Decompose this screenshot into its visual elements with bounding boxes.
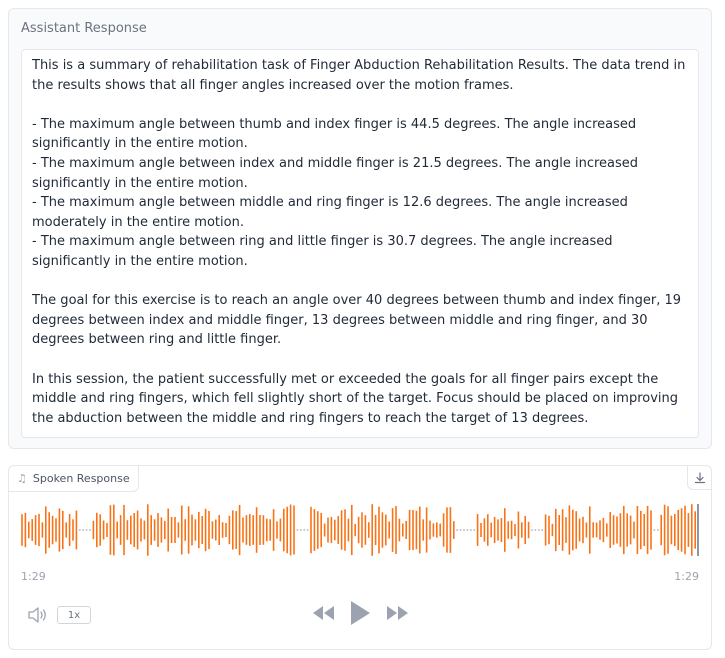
rewind-icon[interactable]	[311, 602, 335, 624]
response-paragraph: In this session, the patient successfull…	[32, 371, 679, 426]
audio-player: ♫ Spoken Response 1:29 1:29 1x	[8, 465, 712, 650]
response-paragraph: - The maximum angle between index and mi…	[32, 155, 639, 191]
assistant-response-panel: Assistant Response This is a summary of …	[8, 8, 712, 449]
download-button[interactable]	[687, 466, 711, 490]
response-paragraph: This is a summary of rehabilitation task…	[32, 58, 686, 93]
audio-label-text: Spoken Response	[32, 472, 130, 485]
response-paragraph: The goal for this exercise is to reach a…	[32, 293, 681, 348]
duration: 1:29	[674, 570, 699, 583]
play-icon[interactable]	[348, 599, 372, 627]
response-paragraph: - The maximum angle between middle and r…	[32, 195, 628, 230]
audio-label: ♫ Spoken Response	[9, 466, 139, 492]
playback-rate-button[interactable]: 1x	[57, 606, 91, 624]
music-note-icon: ♫	[17, 472, 27, 485]
download-icon	[694, 471, 705, 483]
waveform[interactable]	[21, 502, 701, 558]
response-textbox[interactable]: This is a summary of rehabilitation task…	[21, 49, 699, 438]
response-paragraph: - The maximum angle between ring and lit…	[32, 234, 613, 269]
volume-icon[interactable]	[27, 606, 49, 624]
panel-label: Assistant Response	[21, 21, 147, 36]
current-time: 1:29	[21, 570, 46, 583]
response-paragraph: - The maximum angle between thumb and in…	[32, 116, 637, 152]
fast-forward-icon[interactable]	[386, 602, 410, 624]
